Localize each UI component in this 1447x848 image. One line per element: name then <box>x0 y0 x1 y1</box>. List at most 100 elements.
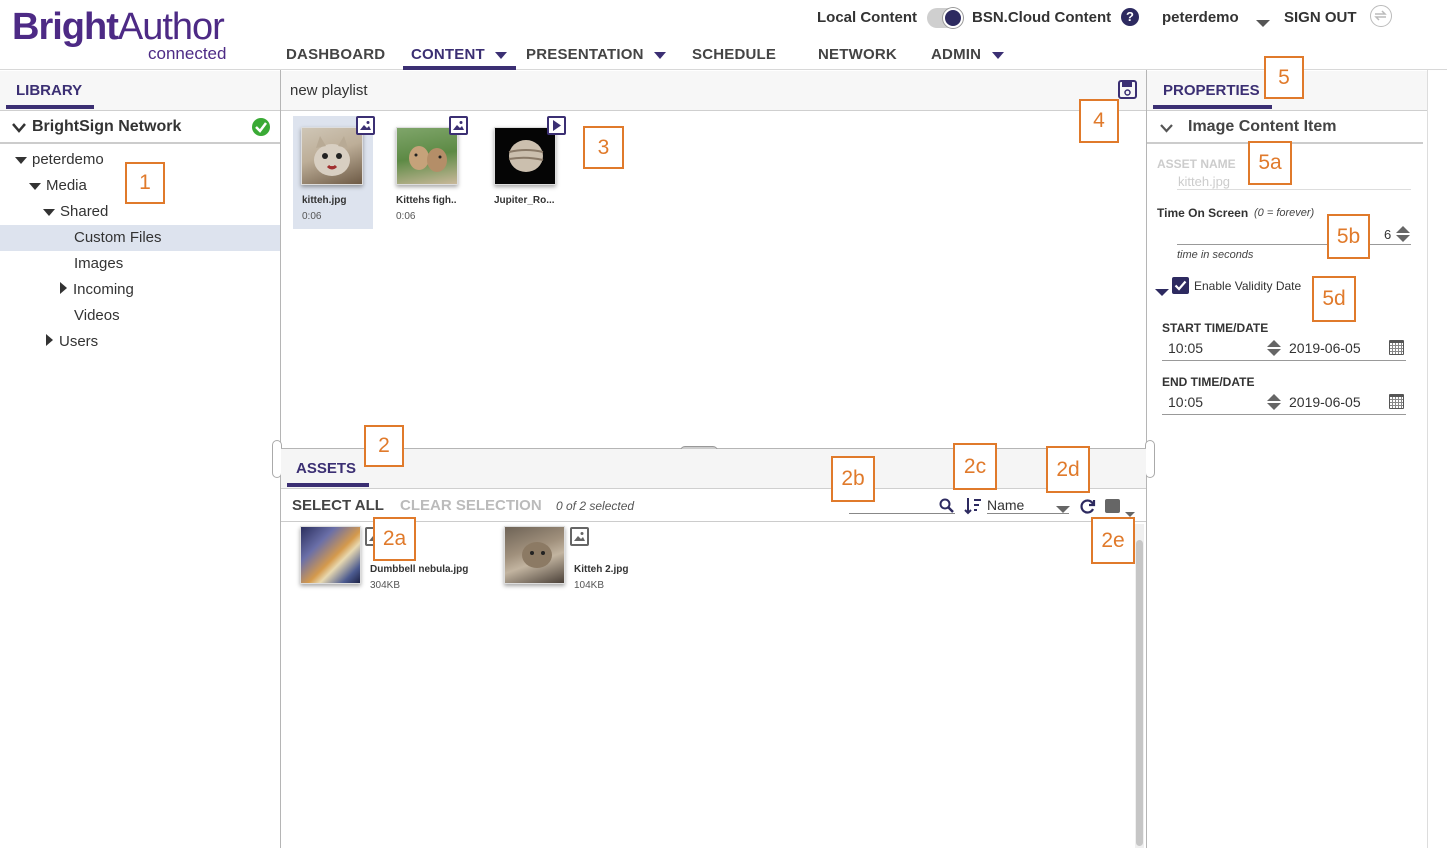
nav-active-indicator <box>403 66 516 70</box>
assets-scrollbar-thumb[interactable] <box>1136 540 1143 846</box>
annotation-callout: 2c <box>953 443 997 490</box>
nav-content[interactable]: CONTENT <box>411 46 508 63</box>
local-content-label[interactable]: Local Content <box>817 9 917 26</box>
tree-item-custom-files[interactable]: Custom Files <box>0 225 280 251</box>
annotation-callout: 2b <box>831 456 875 502</box>
assets-scrollbar-track[interactable] <box>1135 524 1144 848</box>
chevron-down-icon[interactable] <box>1056 500 1070 518</box>
time-on-screen-label: Time On Screen <box>1157 206 1249 220</box>
cloud-content-label[interactable]: BSN.Cloud Content <box>972 9 1111 26</box>
video-icon <box>547 116 566 135</box>
search-icon[interactable] <box>939 498 954 513</box>
tree-item-users[interactable]: Users <box>46 333 98 350</box>
selection-count: 0 of 2 selected <box>556 499 635 513</box>
time-on-screen-unit: time in seconds <box>1177 249 1254 261</box>
expanded-caret-icon <box>15 157 27 164</box>
content-source-toggle[interactable] <box>927 8 963 28</box>
sync-status-icon[interactable] <box>1370 5 1392 27</box>
select-all-button[interactable]: SELECT ALL <box>292 497 384 514</box>
tab-assets-indicator <box>287 483 369 487</box>
chevron-down-icon <box>991 52 1004 59</box>
start-date-input[interactable]: 2019-06-05 <box>1289 340 1361 356</box>
sort-order-icon[interactable] <box>964 497 982 515</box>
playlist-item-thumbnail[interactable] <box>494 127 556 185</box>
refresh-icon[interactable] <box>1079 498 1096 515</box>
time-on-screen-stepper[interactable] <box>1396 226 1410 242</box>
playlist-item-thumbnail[interactable] <box>301 127 363 185</box>
tree-item-label: Incoming <box>73 281 134 298</box>
tree-item-peterdemo[interactable]: peterdemo <box>15 151 104 168</box>
nav-admin[interactable]: ADMIN <box>931 46 1004 63</box>
tree-item-label: Media <box>46 177 87 194</box>
tree-item-videos[interactable]: Videos <box>74 307 120 324</box>
nav-network[interactable]: NETWORK <box>818 46 897 63</box>
tree-item-media[interactable]: Media <box>29 177 87 194</box>
image-icon <box>449 116 468 135</box>
end-date-input[interactable]: 2019-06-05 <box>1289 394 1361 410</box>
annotation-callout: 4 <box>1079 99 1119 143</box>
chevron-down-icon <box>654 52 667 59</box>
nav-dashboard[interactable]: DASHBOARD <box>286 46 385 63</box>
nav-presentation[interactable]: PRESENTATION <box>526 46 667 63</box>
time-on-screen-input[interactable]: 6 <box>1384 227 1391 242</box>
clear-selection-button[interactable]: CLEAR SELECTION <box>400 497 542 514</box>
end-time-stepper[interactable] <box>1267 394 1281 410</box>
annotation-callout: 2d <box>1046 446 1090 493</box>
start-time-stepper[interactable] <box>1267 340 1281 356</box>
asset-name-underline <box>1177 189 1411 190</box>
time-on-screen-underline <box>1177 244 1411 245</box>
help-icon[interactable]: ? <box>1121 8 1139 26</box>
start-datetime-underline <box>1162 360 1406 361</box>
asset-thumbnail[interactable] <box>300 526 361 584</box>
save-icon[interactable] <box>1118 80 1137 99</box>
nav-schedule[interactable]: SCHEDULE <box>692 46 776 63</box>
tree-item-incoming[interactable]: Incoming <box>60 281 134 298</box>
tab-library[interactable]: LIBRARY <box>16 82 82 99</box>
playlist-item-name: Kittehs figh.. <box>396 195 457 206</box>
view-mode-icon[interactable] <box>1105 499 1120 513</box>
asset-size: 104KB <box>574 580 605 591</box>
calendar-icon[interactable] <box>1389 340 1404 355</box>
annotation-callout: 2e <box>1091 517 1135 564</box>
user-menu-label[interactable]: peterdemo <box>1162 9 1239 26</box>
tab-assets[interactable]: ASSETS <box>296 460 356 477</box>
asset-name: Kitteh 2.jpg <box>574 564 629 575</box>
playlist-item-name: kitteh.jpg <box>302 195 347 206</box>
user-menu-chevron-down-icon[interactable] <box>1256 14 1270 32</box>
image-icon <box>356 116 375 135</box>
right-edge-border <box>1427 70 1428 848</box>
end-time-input[interactable]: 10:05 <box>1168 394 1203 410</box>
validity-expand-caret-icon[interactable] <box>1155 283 1169 301</box>
enable-validity-checkbox[interactable] <box>1172 277 1189 294</box>
collapsed-caret-icon <box>46 334 53 346</box>
playlist-title[interactable]: new playlist <box>290 82 368 99</box>
chevron-down-icon <box>495 52 508 59</box>
end-datetime-underline <box>1162 414 1406 415</box>
playlist-header: new playlist <box>281 71 1146 111</box>
tab-library-indicator <box>6 105 94 109</box>
collapsed-caret-icon <box>60 282 67 294</box>
playlist-item-thumbnail[interactable] <box>396 127 458 185</box>
properties-section-header[interactable]: Image Content Item <box>1147 112 1423 144</box>
tree-item-shared[interactable]: Shared <box>43 203 108 220</box>
brand-logo[interactable]: BrightAuthor <box>12 6 225 49</box>
asset-name-field: kitteh.jpg <box>1178 174 1231 189</box>
network-header[interactable]: BrightSign Network <box>0 112 280 144</box>
asset-size: 304KB <box>370 580 401 591</box>
annotation-callout: 1 <box>125 162 165 204</box>
tab-properties[interactable]: PROPERTIES <box>1163 82 1260 99</box>
expanded-caret-icon <box>43 209 55 216</box>
asset-thumbnail[interactable] <box>504 526 565 584</box>
tree-item-images[interactable]: Images <box>74 255 123 272</box>
sign-out-link[interactable]: SIGN OUT <box>1284 9 1357 26</box>
properties-resize-handle[interactable] <box>1145 440 1155 478</box>
tree-item-label: Custom Files <box>74 229 162 246</box>
sort-field-select[interactable]: Name <box>987 497 1024 513</box>
chevron-down-icon <box>1160 124 1173 133</box>
end-datetime-label: END TIME/DATE <box>1162 375 1255 389</box>
nav-content-label: CONTENT <box>411 46 485 63</box>
start-time-input[interactable]: 10:05 <box>1168 340 1203 356</box>
search-input[interactable] <box>849 513 955 514</box>
playlist-item-duration: 0:06 <box>302 211 322 222</box>
calendar-icon[interactable] <box>1389 394 1404 409</box>
